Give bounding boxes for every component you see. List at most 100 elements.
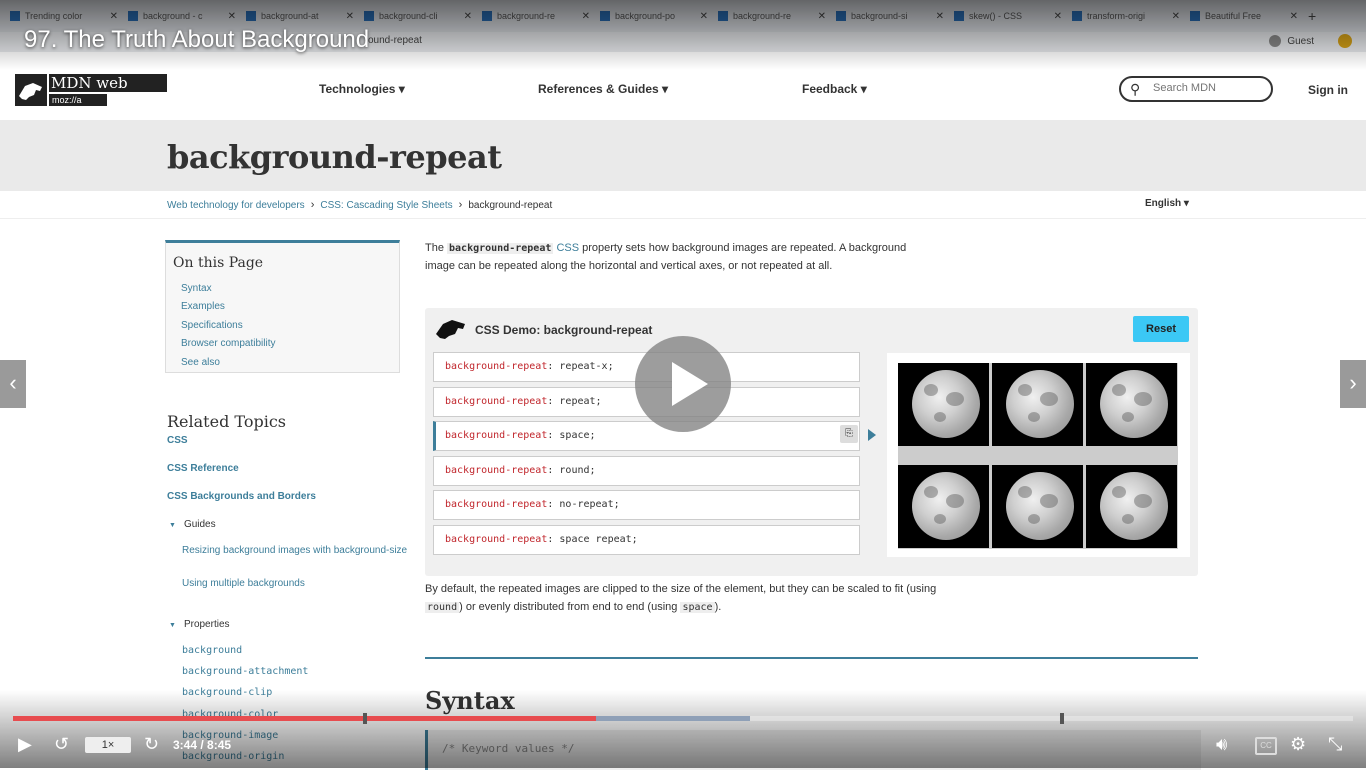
volume-icon[interactable]: 🔊︎ (1216, 734, 1227, 755)
nav-feedback[interactable]: Feedback ▾ (802, 82, 867, 96)
tab-label: skew() - CSS (969, 11, 1023, 21)
progress-bar[interactable] (13, 713, 1353, 724)
close-icon[interactable]: ✕ (1290, 11, 1298, 22)
property-link[interactable]: background-clip (182, 687, 272, 698)
properties-toggle[interactable]: ▼ Properties (169, 619, 230, 630)
close-icon[interactable]: ✕ (1054, 11, 1062, 22)
mozilla-wordmark: moz://a (49, 94, 107, 106)
guide-link[interactable]: Resizing background images with backgrou… (182, 545, 412, 557)
mdn-logo[interactable]: MDN web docs moz://a (15, 74, 167, 110)
close-icon[interactable]: ✕ (346, 11, 354, 22)
demo-option[interactable]: background-repeat: no-repeat; (433, 490, 860, 520)
chapter-marker (363, 713, 367, 724)
video-controls: ▶ ↺ 1× ↻ 3:44 / 8:45 🔊︎ CC ⚙ ⤡ (0, 728, 1366, 764)
browser-tab[interactable]: background-re ✕ (718, 4, 826, 28)
browser-tab[interactable]: skew() - CSS ✕ (954, 4, 1062, 28)
demo-output-preview (887, 353, 1190, 557)
play-icon[interactable]: ▶ (18, 734, 32, 755)
breadcrumb-current: background-repeat (468, 199, 553, 211)
close-icon[interactable]: ✕ (110, 11, 118, 22)
breadcrumb-link[interactable]: CSS: Cascading Style Sheets (320, 200, 452, 211)
browser-tab[interactable]: background - c ✕ (128, 4, 236, 28)
search-input[interactable] (1151, 81, 1265, 95)
close-icon[interactable]: ✕ (464, 11, 472, 22)
browser-tab[interactable]: transform-origi ✕ (1072, 4, 1180, 28)
triangle-down-icon: ▼ (169, 522, 176, 529)
favicon-icon (364, 11, 374, 21)
property-link[interactable]: background-attachment (182, 666, 308, 677)
inline-code: space (680, 601, 715, 613)
close-icon[interactable]: ✕ (818, 11, 826, 22)
toc-link-specifications[interactable]: Specifications (181, 320, 243, 331)
favicon-icon (482, 11, 492, 21)
playback-speed[interactable]: 1× (85, 737, 131, 753)
sign-in-link[interactable]: Sign in (1308, 83, 1348, 97)
profile-icon (1269, 35, 1282, 47)
nav-technologies[interactable]: Technologies ▾ (319, 82, 405, 96)
intro-paragraph: The background-repeat CSS property sets … (425, 240, 935, 275)
breadcrumb-link[interactable]: Web technology for developers (167, 200, 305, 211)
big-play-button[interactable] (635, 336, 731, 432)
close-icon[interactable]: ✕ (582, 11, 590, 22)
forward-icon[interactable]: ↻ (144, 734, 159, 755)
toc-link-see-also[interactable]: See also (181, 357, 220, 368)
settings-gear-icon[interactable]: ⚙ (1290, 734, 1306, 755)
close-icon[interactable]: ✕ (1172, 11, 1180, 22)
demo-option[interactable]: background-repeat: space repeat; (433, 525, 860, 555)
time-display: 3:44 / 8:45 (173, 738, 232, 752)
close-icon[interactable]: ✕ (700, 11, 708, 22)
replay-icon[interactable]: ↺ (54, 734, 69, 755)
browser-menu-icon[interactable] (1338, 34, 1352, 48)
para-text: ). (714, 600, 722, 613)
search-box[interactable]: ⚲ (1119, 76, 1273, 102)
toc-link-syntax[interactable]: Syntax (181, 283, 212, 294)
browser-tab[interactable]: Trending color ✕ (10, 4, 118, 28)
browser-tab[interactable]: background-cli ✕ (364, 4, 472, 28)
close-icon[interactable]: ✕ (936, 11, 944, 22)
related-link-css-reference[interactable]: CSS Reference (167, 463, 239, 474)
demo-option[interactable]: background-repeat: round; (433, 456, 860, 486)
toc-link-browser-compat[interactable]: Browser compatibility (181, 338, 275, 349)
copy-icon[interactable]: ⎘ (840, 425, 858, 443)
title-band: background-repeat (0, 120, 1366, 191)
guides-toggle[interactable]: ▼ Guides (169, 519, 216, 530)
related-link-backgrounds-borders[interactable]: CSS Backgrounds and Borders (167, 491, 316, 502)
favicon-icon (836, 11, 846, 21)
on-this-page-title: On this Page (173, 255, 264, 271)
captions-icon[interactable]: CC (1255, 737, 1277, 755)
browser-tab[interactable]: background-po ✕ (600, 4, 708, 28)
related-link-css[interactable]: CSS (167, 435, 188, 446)
guide-link[interactable]: Using multiple backgrounds (182, 578, 412, 590)
tab-label: background-re (497, 11, 556, 21)
previous-arrow-icon[interactable]: ‹ (0, 360, 26, 408)
tab-label: background-si (851, 11, 908, 21)
divider (0, 218, 1366, 219)
option-property: background-repeat (445, 499, 548, 510)
section-divider (425, 657, 1198, 659)
logo-text: MDN web docs (49, 74, 167, 110)
exit-fullscreen-icon[interactable]: ⤡ (1328, 734, 1342, 755)
profile-button[interactable]: Guest (1269, 35, 1314, 47)
moon-tiles (898, 363, 1178, 549)
properties-label: Properties (183, 619, 230, 630)
toc-link-examples[interactable]: Examples (181, 301, 225, 312)
reset-button[interactable]: Reset (1133, 316, 1189, 342)
browser-tab[interactable]: Beautiful Free ✕ (1190, 4, 1298, 28)
next-arrow-icon[interactable]: › (1340, 360, 1366, 408)
description-paragraph: By default, the repeated images are clip… (425, 581, 945, 616)
browser-tab[interactable]: background-at ✕ (246, 4, 354, 28)
tab-label: Trending color (25, 11, 83, 21)
address-url[interactable]: ound-repeat (368, 35, 422, 46)
browser-tab[interactable]: background-re ✕ (482, 4, 590, 28)
new-tab-icon[interactable]: + (1308, 8, 1316, 24)
browser-tab[interactable]: background-si ✕ (836, 4, 944, 28)
option-value: repeat-x; (559, 361, 614, 372)
intro-text: The (425, 242, 448, 254)
nav-references-guides[interactable]: References & Guides ▾ (538, 82, 668, 96)
language-selector[interactable]: English ▾ (1145, 198, 1189, 209)
property-link[interactable]: background (182, 645, 242, 656)
close-icon[interactable]: ✕ (228, 11, 236, 22)
option-value: space repeat; (559, 534, 638, 545)
demo-option-active[interactable]: background-repeat: space; ⎘ (433, 421, 860, 451)
css-link[interactable]: CSS (556, 242, 579, 254)
